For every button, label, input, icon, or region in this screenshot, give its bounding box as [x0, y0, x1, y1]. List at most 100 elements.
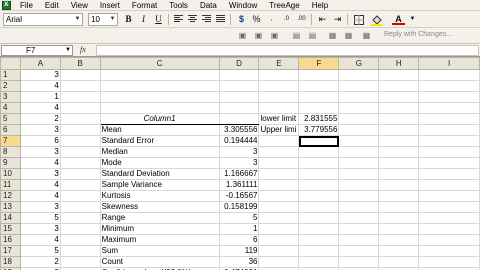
- cell[interactable]: [219, 113, 260, 125]
- row-header[interactable]: 13: [0, 201, 21, 213]
- cell[interactable]: [418, 135, 480, 147]
- cell[interactable]: [418, 168, 480, 180]
- cell[interactable]: [258, 179, 300, 191]
- lower-limit-label[interactable]: lower limit: [258, 113, 300, 125]
- reviewing-icon-2[interactable]: ▣: [252, 29, 265, 42]
- cell[interactable]: [378, 69, 420, 81]
- cell[interactable]: [338, 80, 380, 92]
- cell[interactable]: [378, 168, 420, 180]
- cell[interactable]: [338, 234, 380, 246]
- menu-edit[interactable]: Edit: [39, 0, 65, 11]
- stat-value[interactable]: 36: [219, 256, 260, 268]
- fill-color-icon[interactable]: [370, 13, 383, 26]
- cell-a[interactable]: 4: [20, 102, 61, 114]
- cell[interactable]: [338, 256, 380, 268]
- formula-input[interactable]: [96, 45, 479, 56]
- cell-a[interactable]: 3: [20, 201, 61, 213]
- column-header-f[interactable]: F: [298, 57, 340, 70]
- excel-app-icon[interactable]: [2, 0, 11, 10]
- cell-a[interactable]: 3: [20, 124, 61, 136]
- cell[interactable]: [219, 80, 260, 92]
- cell[interactable]: [258, 212, 300, 224]
- cell[interactable]: [298, 234, 340, 246]
- cell[interactable]: [418, 223, 480, 235]
- cell[interactable]: [338, 69, 380, 81]
- stat-label[interactable]: Maximum: [100, 234, 220, 246]
- cell[interactable]: [418, 146, 480, 158]
- percent-button[interactable]: %: [250, 13, 263, 26]
- font-name-select[interactable]: Arial ▼: [3, 13, 83, 26]
- cell[interactable]: [60, 179, 101, 191]
- menu-tools[interactable]: Tools: [163, 0, 194, 11]
- stat-value[interactable]: 3: [219, 146, 260, 158]
- cell[interactable]: [338, 135, 380, 147]
- cell[interactable]: [378, 102, 420, 114]
- cell[interactable]: [258, 102, 300, 114]
- cell[interactable]: [298, 168, 340, 180]
- row-header[interactable]: 17: [0, 245, 21, 257]
- align-left-icon[interactable]: [174, 15, 183, 23]
- cell[interactable]: [418, 91, 480, 103]
- cell[interactable]: [60, 190, 101, 202]
- column-header-d[interactable]: D: [218, 57, 260, 70]
- stat-value[interactable]: 119: [219, 245, 260, 257]
- cell[interactable]: [60, 212, 101, 224]
- cell[interactable]: [258, 201, 300, 213]
- cell[interactable]: [418, 245, 480, 257]
- row-header[interactable]: 14: [0, 212, 21, 224]
- italic-button[interactable]: I: [137, 13, 150, 26]
- row-header[interactable]: 8: [0, 146, 21, 158]
- cell[interactable]: [60, 157, 101, 169]
- column-header-c[interactable]: C: [99, 57, 220, 70]
- row-header[interactable]: 4: [0, 102, 21, 114]
- cell[interactable]: [418, 179, 480, 191]
- stat-value[interactable]: 3.305556: [219, 124, 260, 136]
- stat-value[interactable]: 0.194444: [219, 135, 260, 147]
- reviewing-icon-4[interactable]: ▤: [290, 29, 303, 42]
- cell[interactable]: [338, 179, 380, 191]
- stat-label[interactable]: Standard Error: [100, 135, 220, 147]
- cell[interactable]: [298, 80, 340, 92]
- cell[interactable]: [60, 69, 101, 81]
- cell[interactable]: [258, 146, 300, 158]
- cell[interactable]: [338, 190, 380, 202]
- function-icon[interactable]: fx: [80, 45, 86, 54]
- reviewing-icon-7[interactable]: ▦: [342, 29, 355, 42]
- stat-label[interactable]: Mode: [100, 157, 220, 169]
- cell[interactable]: [378, 179, 420, 191]
- stat-label[interactable]: Sum: [100, 245, 220, 257]
- cell[interactable]: [258, 245, 300, 257]
- column-header-i[interactable]: I: [418, 57, 480, 70]
- stat-label[interactable]: Sample Variance: [100, 179, 220, 191]
- stats-header[interactable]: Column1: [100, 113, 220, 125]
- cell[interactable]: [378, 91, 420, 103]
- reviewing-icon-8[interactable]: ▦: [360, 29, 373, 42]
- cell[interactable]: [418, 69, 480, 81]
- cell-a[interactable]: 3: [20, 168, 61, 180]
- menu-file[interactable]: File: [14, 0, 39, 11]
- cell[interactable]: [378, 190, 420, 202]
- cell[interactable]: [418, 234, 480, 246]
- cell[interactable]: [378, 124, 420, 136]
- cell[interactable]: [338, 113, 380, 125]
- name-box[interactable]: F7 ▼: [1, 45, 73, 56]
- increase-indent-button[interactable]: ⇥: [331, 13, 344, 26]
- stat-label[interactable]: Kurtosis: [100, 190, 220, 202]
- cell[interactable]: [60, 91, 101, 103]
- lower-limit-value[interactable]: 2.831555: [298, 113, 340, 125]
- underline-button[interactable]: U: [152, 13, 165, 26]
- font-color-icon[interactable]: A: [392, 13, 405, 26]
- cell[interactable]: [338, 245, 380, 257]
- row-header[interactable]: 2: [0, 80, 21, 92]
- row-header[interactable]: 16: [0, 234, 21, 246]
- cell[interactable]: [298, 146, 340, 158]
- cell[interactable]: [60, 234, 101, 246]
- row-header[interactable]: 6: [0, 124, 21, 136]
- cell[interactable]: [418, 124, 480, 136]
- cell[interactable]: [100, 69, 220, 81]
- menu-treeage[interactable]: TreeAge: [263, 0, 305, 11]
- stat-label[interactable]: Standard Deviation: [100, 168, 220, 180]
- cell-a[interactable]: 3: [20, 146, 61, 158]
- cell[interactable]: [258, 69, 300, 81]
- upper-limit-value[interactable]: 3.779556: [298, 124, 340, 136]
